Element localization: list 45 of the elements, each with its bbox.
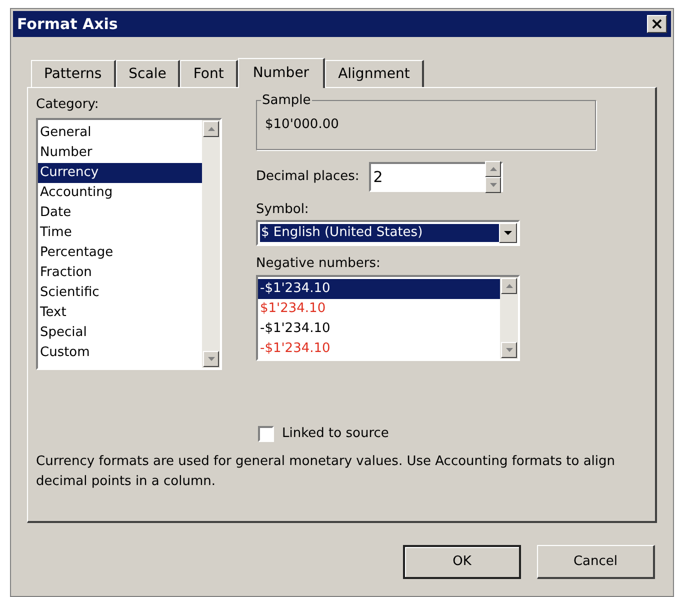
list-item[interactable]: $1'234.10 — [258, 299, 500, 319]
symbol-label: Symbol: — [256, 201, 310, 219]
dialog-button[interactable]: Cancel — [537, 545, 655, 579]
list-item[interactable]: Time — [38, 223, 202, 243]
description-text: Currency formats are used for general monetary values. Use Accounting formats to align decimal points in a column. — [36, 452, 616, 490]
scroll-up-icon[interactable] — [203, 121, 219, 137]
list-item[interactable]: -$1'234.10 — [258, 279, 500, 299]
scroll-down-icon[interactable] — [501, 342, 517, 358]
tab[interactable]: Scale — [116, 60, 180, 87]
list-item[interactable]: Accounting — [38, 183, 202, 203]
symbol-dropdown[interactable]: $ English (United States) — [256, 220, 520, 246]
list-item[interactable]: Custom — [38, 343, 202, 363]
negative-numbers-label: Negative numbers: — [256, 254, 382, 272]
list-item[interactable]: Text — [38, 303, 202, 323]
list-item[interactable]: General — [38, 123, 202, 143]
dialog-button[interactable]: OK — [403, 545, 521, 579]
list-item[interactable]: Scientific — [38, 283, 202, 303]
category-list[interactable]: General Number Currency Accounting Date Time Percentage Fraction Scientific Text Special Custom — [36, 118, 222, 370]
category-label: Category: — [36, 96, 100, 114]
tab[interactable]: Font — [180, 60, 238, 87]
spin-up-icon[interactable] — [485, 161, 502, 177]
list-item[interactable]: Percentage — [38, 243, 202, 263]
scrollbar[interactable] — [202, 120, 220, 368]
list-item[interactable]: -$1'234.10 — [258, 339, 500, 359]
negative-numbers-list[interactable]: -$1'234.10 $1'234.10 -$1'234.10 -$1'234.10 — [256, 275, 520, 361]
list-item[interactable]: -$1'234.10 — [258, 319, 500, 339]
list-item[interactable]: Date — [38, 203, 202, 223]
scroll-down-icon[interactable] — [203, 351, 219, 367]
checkbox[interactable] — [258, 426, 274, 442]
list-item[interactable]: Currency — [38, 163, 202, 183]
decimal-places-spinbox[interactable]: 2 — [369, 162, 504, 192]
list-item[interactable]: Number — [38, 143, 202, 163]
scroll-up-icon[interactable] — [501, 278, 517, 294]
spin-down-icon[interactable] — [485, 177, 502, 193]
list-item[interactable]: Fraction — [38, 263, 202, 283]
sample-value: $10'000.00 — [265, 117, 339, 132]
tab[interactable]: Patterns — [31, 60, 116, 87]
list-item[interactable]: Special — [38, 323, 202, 343]
close-button[interactable]: × — [647, 15, 667, 33]
tab[interactable]: Number — [238, 58, 326, 88]
tab[interactable]: Alignment — [325, 60, 424, 87]
window-title: Format Axis — [17, 14, 118, 35]
scrollbar[interactable] — [500, 277, 518, 359]
decimal-places-label: Decimal places: — [256, 168, 360, 186]
checkbox-label[interactable]: Linked to source — [282, 424, 389, 444]
